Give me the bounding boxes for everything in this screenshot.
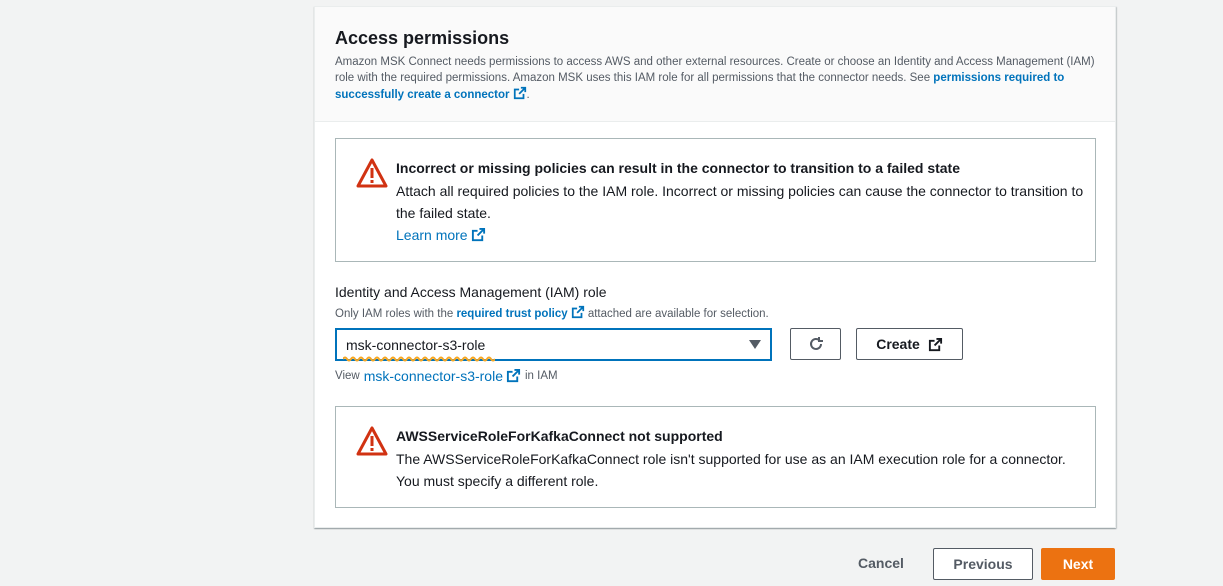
hint-prefix: Only IAM roles with the	[335, 308, 454, 320]
view-role-link[interactable]: msk-connector-s3-role	[364, 368, 521, 384]
alert-content: AWSServiceRoleForKafkaConnect not suppor…	[396, 427, 1086, 492]
iam-role-label: Identity and Access Management (IAM) rol…	[335, 284, 607, 300]
selected-role: msk-connector-s3-role	[346, 336, 486, 353]
policies-warning-alert: Incorrect or missing policies can result…	[335, 138, 1096, 262]
view-suffix: in IAM	[524, 370, 558, 382]
view-role-label: msk-connector-s3-role	[363, 368, 503, 384]
alert-message: Attach all required policies to the IAM …	[396, 183, 1084, 221]
view-role-line: View msk-connector-s3-role in IAM	[335, 368, 558, 384]
external-link-icon	[571, 305, 584, 319]
iam-role-hint: Only IAM roles with the required trust p…	[335, 305, 769, 320]
refresh-button[interactable]	[790, 328, 841, 360]
alert-content: Incorrect or missing policies can result…	[396, 159, 1086, 246]
previous-label: Previous	[953, 556, 1013, 572]
create-role-button[interactable]: Create	[856, 328, 963, 360]
alert-message: The AWSServiceRoleForKafkaConnect role i…	[396, 451, 1066, 489]
caret-down-icon	[749, 340, 761, 349]
external-link-icon	[471, 227, 485, 242]
alert-title: AWSServiceRoleForKafkaConnect not suppor…	[396, 428, 723, 444]
section-title: Access permissions	[335, 28, 510, 48]
hint-suffix: attached are available for selection.	[587, 308, 769, 320]
next-label: Next	[1062, 556, 1094, 572]
warning-icon	[356, 158, 388, 188]
create-label: Create	[876, 336, 920, 352]
learn-more-link[interactable]: Learn more	[396, 227, 486, 243]
learn-more-label: Learn more	[396, 227, 468, 243]
cancel-button[interactable]: Cancel	[858, 555, 904, 571]
external-link-icon	[928, 337, 942, 351]
description-suffix: .	[526, 89, 530, 101]
alert-title: Incorrect or missing policies can result…	[396, 160, 961, 176]
trust-policy-link[interactable]: required trust policy	[456, 305, 584, 320]
spellcheck-underline	[343, 356, 495, 362]
role-not-supported-alert: AWSServiceRoleForKafkaConnect not suppor…	[335, 406, 1096, 508]
next-button[interactable]: Next	[1041, 548, 1115, 580]
trust-policy-label: required trust policy	[456, 308, 568, 320]
access-permissions-panel: Access permissions Amazon MSK Connect ne…	[314, 6, 1116, 528]
previous-button[interactable]: Previous	[933, 548, 1033, 580]
external-link-icon	[506, 368, 521, 383]
refresh-icon	[809, 337, 823, 350]
panel-header: Access permissions Amazon MSK Connect ne…	[315, 7, 1115, 122]
section-description: Amazon MSK Connect needs permissions to …	[335, 54, 1100, 103]
view-prefix: View	[335, 370, 360, 382]
warning-icon	[356, 426, 388, 456]
external-link-icon	[513, 86, 526, 100]
